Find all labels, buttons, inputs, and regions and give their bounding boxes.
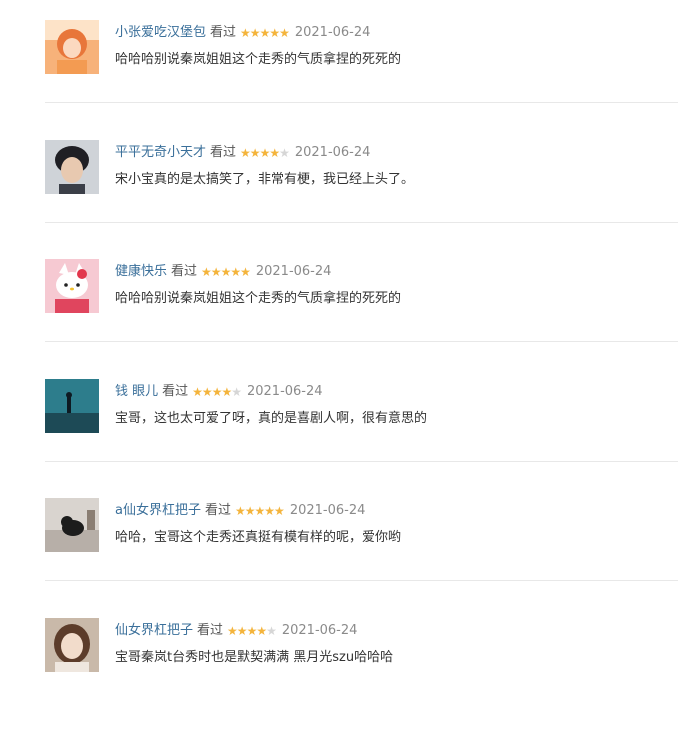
username-link[interactable]: a仙女界杠把子 [115, 503, 201, 518]
review-meta: a仙女界杠把子 看过 ★★★★★ 2021-06-24 [115, 502, 365, 520]
star-icon: ★ [234, 504, 246, 518]
user-avatar[interactable] [45, 378, 99, 433]
star-icon: ★ [201, 265, 212, 279]
divider [45, 341, 678, 342]
username-link[interactable]: 仙女界杠把子 [115, 623, 193, 638]
review-item: 钱 眼儿 看过 ★★★★★ 2021-06-24 宝哥，这也太可爱了呀，真的是喜剧人啊，… [45, 378, 678, 498]
star-icon: ★ [244, 504, 256, 518]
watched-label: 看过 [171, 264, 198, 279]
watched-label: 看过 [210, 25, 237, 40]
review-item: 健康快乐 看过 ★★★★★ 2021-06-24 哈哈哈别说秦岚姐姐这个走秀的气质拿捏的… [45, 259, 678, 378]
star-icon: ★ [240, 145, 251, 160]
star-icon: ★ [279, 26, 290, 40]
user-avatar[interactable] [45, 139, 99, 194]
star-rating: ★★★★★ [240, 24, 290, 42]
star-icon: ★ [210, 265, 222, 279]
star-icon: ★ [221, 384, 232, 399]
review-comment: 宋小宝真的是太搞笑了，非常有梗，我已经上头了。 [115, 171, 415, 187]
star-icon: ★ [240, 26, 251, 40]
star-icon: ★ [256, 623, 267, 638]
divider [45, 460, 678, 462]
star-icon: ★ [264, 504, 275, 518]
review-comment: 哈哈哈别说秦岚姐姐这个走秀的气质拿捏的死死的 [115, 291, 402, 306]
star-rating: ★★★★★ [201, 263, 251, 281]
review-item: 平平无奇小天才 看过 ★★★★★ 2021-06-24 宋小宝真的是太搞笑了，非常有梗，… [45, 139, 678, 259]
review-date: 2021-06-24 [246, 383, 323, 399]
star-icon: ★ [249, 145, 261, 160]
review-meta: 平平无奇小天才 看过 ★★★★★ 2021-06-24 [115, 144, 370, 162]
review-item: 小张爱吃汉堡包 看过 ★★★★★ 2021-06-24 哈哈哈别说秦岚姐姐这个走秀的气质… [45, 20, 678, 139]
user-avatar[interactable] [45, 259, 99, 313]
review-meta: 小张爱吃汉堡包 看过 ★★★★★ 2021-06-24 [115, 24, 370, 42]
star-icon: ★ [269, 145, 280, 160]
review-comment: 宝哥秦岚t台秀时也是默契满满 黑月光szu哈哈哈 [115, 649, 394, 665]
star-icon: ★ [274, 504, 285, 518]
star-icon: ★ [227, 623, 238, 638]
review-date: 2021-06-24 [294, 25, 371, 40]
star-icon: ★ [254, 504, 266, 518]
star-rating: ★★★★★ [240, 144, 290, 162]
username-link[interactable]: 小张爱吃汉堡包 [115, 25, 206, 40]
watched-label: 看过 [162, 383, 189, 399]
review-meta: 健康快乐 看过 ★★★★★ 2021-06-24 [115, 263, 331, 281]
review-meta: 钱 眼儿 看过 ★★★★★ 2021-06-24 [115, 383, 323, 401]
star-icon: ★ [266, 623, 277, 638]
star-rating: ★★★★★ [192, 383, 242, 401]
user-avatar[interactable] [45, 617, 99, 672]
review-item: a仙女界杠把子 看过 ★★★★★ 2021-06-24 哈哈，宝哥这个走秀还真挺有模有样… [45, 498, 678, 617]
user-avatar[interactable] [45, 498, 99, 552]
review-comment: 哈哈哈别说秦岚姐姐这个走秀的气质拿捏的死死的 [115, 52, 402, 67]
star-rating: ★★★★★ [227, 622, 277, 640]
star-icon: ★ [259, 145, 271, 160]
star-icon: ★ [249, 26, 261, 40]
review-meta: 仙女界杠把子 看过 ★★★★★ 2021-06-24 [115, 622, 357, 640]
watched-label: 看过 [210, 144, 237, 160]
username-link[interactable]: 钱 眼儿 [115, 384, 158, 399]
review-item: 仙女界杠把子 看过 ★★★★★ 2021-06-24 宝哥秦岚t台秀时也是默契满满 黑月… [45, 617, 678, 737]
star-icon: ★ [269, 26, 280, 40]
star-icon: ★ [231, 384, 242, 399]
review-date: 2021-06-24 [255, 264, 332, 279]
user-avatar[interactable] [45, 20, 99, 74]
review-date: 2021-06-24 [289, 503, 366, 518]
watched-label: 看过 [197, 622, 224, 638]
star-icon: ★ [246, 623, 258, 638]
star-icon: ★ [230, 265, 241, 279]
review-date: 2021-06-24 [294, 144, 371, 160]
star-icon: ★ [220, 265, 232, 279]
username-link[interactable]: 平平无奇小天才 [115, 145, 206, 160]
review-comment: 哈哈，宝哥这个走秀还真挺有模有样的呢，爱你哟 [115, 530, 402, 545]
star-icon: ★ [279, 145, 290, 160]
divider [45, 221, 678, 223]
divider [45, 580, 678, 581]
star-rating: ★★★★★ [234, 502, 285, 520]
username-link[interactable]: 健康快乐 [115, 264, 167, 279]
star-icon: ★ [211, 384, 223, 399]
watched-label: 看过 [204, 503, 231, 518]
review-comment: 宝哥，这也太可爱了呀，真的是喜剧人啊，很有意思的 [115, 410, 428, 426]
star-icon: ★ [201, 384, 213, 399]
star-icon: ★ [192, 384, 203, 399]
review-date: 2021-06-24 [281, 622, 358, 638]
star-icon: ★ [236, 623, 248, 638]
divider [45, 102, 678, 103]
star-icon: ★ [240, 265, 251, 279]
star-icon: ★ [259, 26, 271, 40]
